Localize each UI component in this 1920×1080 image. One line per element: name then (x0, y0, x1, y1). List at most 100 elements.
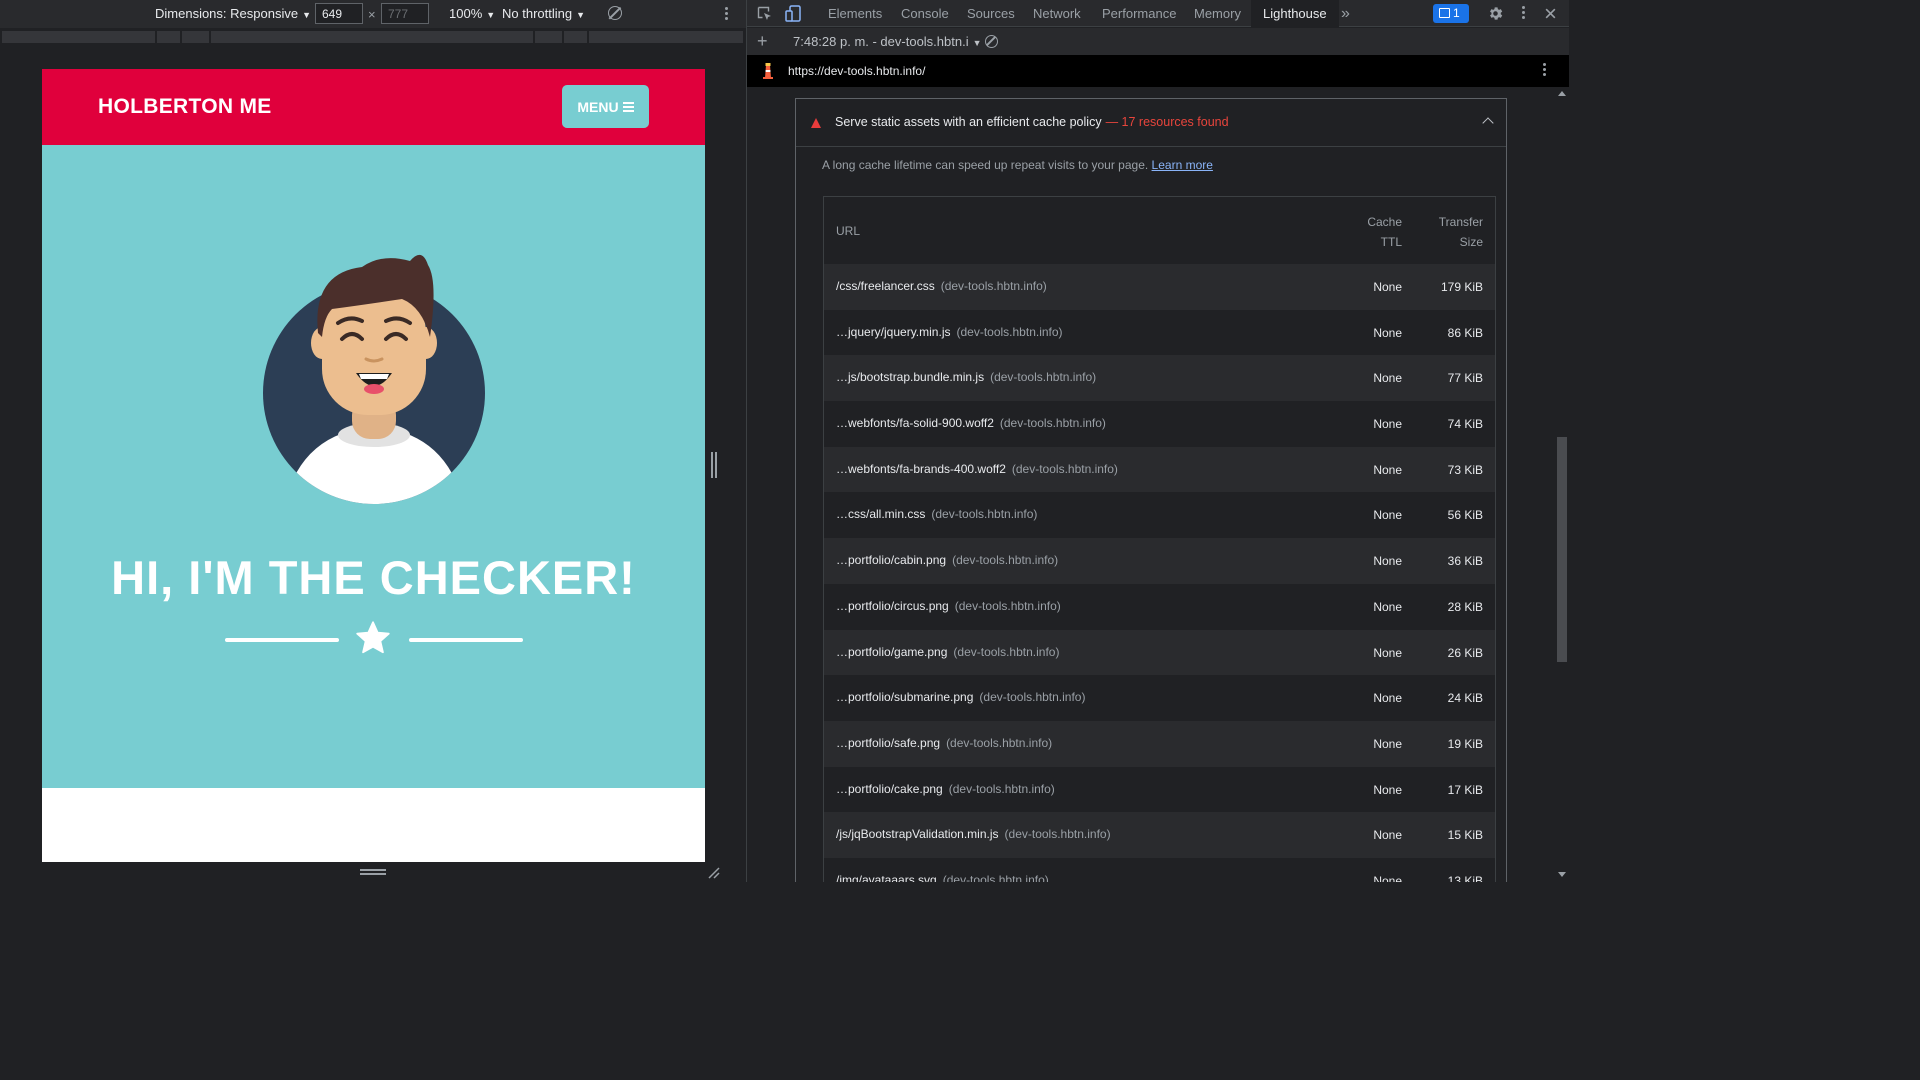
audit-title-text: Serve static assets with an efficient ca… (835, 115, 1102, 129)
devtools-panel: Elements Console Sources Network Perform… (746, 0, 1569, 882)
cell-url-path: …jquery/jquery.min.js (836, 324, 951, 339)
cell-url-host: (dev-tools.hbtn.info) (953, 644, 1060, 659)
issues-badge[interactable]: 1 (1433, 4, 1469, 23)
cell-cache-ttl: None (1373, 736, 1402, 751)
cell-transfer-size: 74 KiB (1447, 417, 1483, 432)
more-options-icon[interactable] (724, 7, 728, 23)
cell-url-path: …js/bootstrap.bundle.min.js (836, 370, 985, 385)
table-row: …portfolio/circus.png (dev-tools.hbtn.inf… (824, 583, 1495, 630)
cell-url-path: /js/jqBootstrapValidation.min.js (836, 827, 999, 842)
cell-url-host: (dev-tools.hbtn.info) (952, 553, 1059, 568)
issues-count: 1 (1453, 6, 1460, 20)
rotate-icon[interactable] (608, 6, 622, 20)
height-resize-handle[interactable] (360, 869, 386, 875)
report-menu-icon[interactable] (1542, 63, 1546, 79)
device-toolbar-toggle-icon[interactable] (785, 5, 801, 22)
cell-url[interactable]: …webfonts/fa-brands-400.woff2 (dev-tools.… (836, 462, 1118, 476)
cell-cache-ttl: None (1373, 691, 1402, 706)
throttling-dropdown[interactable]: No throttling ▼ (502, 6, 585, 21)
site-brand[interactable]: HOLBERTON ME (98, 95, 272, 119)
dropdown-arrow-icon: ▼ (576, 10, 586, 20)
customize-devtools-icon[interactable] (1521, 6, 1525, 22)
cell-url[interactable]: …portfolio/cake.png (dev-tools.hbtn.info) (836, 782, 1055, 796)
audit-header[interactable]: Serve static assets with an efficient ca… (796, 99, 1506, 147)
cell-url[interactable]: …portfolio/game.png (dev-tools.hbtn.info) (836, 645, 1059, 659)
tab-performance[interactable]: Performance (1102, 0, 1176, 27)
cell-transfer-size: 19 KiB (1447, 736, 1483, 751)
report-selector[interactable]: 7:48:28 p. m. - dev-tools.hbtn.i ▼ (793, 34, 982, 49)
cell-url-host: (dev-tools.hbtn.info) (979, 690, 1086, 705)
ruler-segment[interactable] (157, 31, 181, 43)
cell-url[interactable]: …portfolio/safe.png (dev-tools.hbtn.info) (836, 736, 1052, 750)
close-icon[interactable] (1544, 7, 1557, 20)
cell-cache-ttl: None (1373, 508, 1402, 523)
scrollbar-thumb[interactable] (1557, 437, 1567, 662)
tab-console[interactable]: Console (901, 0, 949, 27)
cell-cache-ttl: None (1373, 873, 1402, 882)
scroll-down-arrow-icon[interactable] (1558, 872, 1566, 877)
cell-url-host: (dev-tools.hbtn.info) (940, 279, 1047, 293)
corner-resize-grip-icon[interactable] (707, 866, 721, 880)
tab-sources[interactable]: Sources (967, 0, 1015, 27)
ruler-segment[interactable] (535, 31, 563, 43)
scroll-up-arrow-icon[interactable] (1558, 91, 1566, 96)
cell-url[interactable]: …portfolio/cabin.png (dev-tools.hbtn.info… (836, 553, 1058, 567)
gear-icon[interactable] (1487, 5, 1504, 22)
cell-url-path: …portfolio/game.png (836, 644, 948, 659)
devtools-tabbar: Elements Console Sources Network Perform… (747, 0, 1569, 27)
clear-reports-icon[interactable] (985, 35, 998, 48)
ruler-segment[interactable] (564, 31, 588, 43)
ruler-segment[interactable] (589, 31, 744, 43)
table-row: …css/all.min.css (dev-tools.hbtn.info) Non… (824, 492, 1495, 539)
cell-url[interactable]: …portfolio/circus.png (dev-tools.hbtn.inf… (836, 599, 1061, 613)
cell-transfer-size: 179 KiB (1440, 280, 1483, 294)
device-emulation-pane: Dimensions: Responsive ▼ 649 × 777 100% ▼ … (0, 0, 746, 882)
cell-url-host: (dev-tools.hbtn.info) (954, 598, 1061, 613)
width-input[interactable]: 649 (315, 3, 363, 24)
table-row: …js/bootstrap.bundle.min.js (dev-tools.hb… (824, 355, 1495, 402)
dropdown-arrow-icon: ▼ (302, 10, 311, 20)
tab-memory[interactable]: Memory (1194, 0, 1241, 27)
tab-lighthouse[interactable]: Lighthouse (1251, 0, 1339, 27)
cell-url[interactable]: …portfolio/submarine.png (dev-tools.hbtn.… (836, 690, 1085, 704)
learn-more-link[interactable]: Learn more (1152, 158, 1213, 172)
menu-button[interactable]: MENU (562, 85, 649, 128)
cell-url[interactable]: /css/freelancer.css (dev-tools.hbtn.info) (836, 279, 1047, 293)
cell-url[interactable]: /img/avataaars.svg (dev-tools.hbtn.info) (836, 873, 1049, 882)
cell-transfer-size: 15 KiB (1447, 828, 1483, 843)
cell-url[interactable]: …jquery/jquery.min.js (dev-tools.hbtn.inf… (836, 325, 1063, 339)
cell-url[interactable]: /js/jqBootstrapValidation.min.js (dev-too… (836, 827, 1111, 841)
column-header-transfer-size-line2: Size (1459, 235, 1483, 249)
device-toolbar: Dimensions: Responsive ▼ 649 × 777 100% ▼ … (0, 0, 746, 28)
tab-network[interactable]: Network (1033, 0, 1081, 27)
more-tabs-icon[interactable]: » (1341, 0, 1350, 27)
ruler-segment[interactable] (2, 31, 156, 43)
hero-title: HI, I'M THE CHECKER! (111, 551, 636, 604)
width-resize-handle[interactable] (711, 452, 717, 478)
dimensions-dropdown[interactable]: Dimensions: Responsive ▼ (155, 6, 311, 21)
cell-url[interactable]: …js/bootstrap.bundle.min.js (dev-tools.hb… (836, 370, 1096, 384)
cell-url[interactable]: …webfonts/fa-solid-900.woff2 (dev-tools.h… (836, 416, 1106, 430)
ruler-segment[interactable] (211, 31, 534, 43)
resources-table: URL Cache TTL Transfer Size /css/freelan… (823, 196, 1496, 882)
cell-url[interactable]: …css/all.min.css (dev-tools.hbtn.info) (836, 507, 1037, 521)
chevron-up-icon[interactable] (1482, 117, 1494, 129)
zoom-dropdown[interactable]: 100% ▼ (449, 6, 495, 21)
cell-url-host: (dev-tools.hbtn.info) (1011, 461, 1118, 476)
inspect-element-icon[interactable] (757, 6, 773, 22)
ruler-segment[interactable] (182, 31, 210, 43)
tab-elements[interactable]: Elements (828, 0, 882, 27)
cell-transfer-size: 28 KiB (1447, 599, 1483, 614)
audit-display-value: — 17 resources found (1105, 115, 1229, 129)
height-input[interactable]: 777 (381, 3, 429, 24)
report-url[interactable]: https://dev-tools.hbtn.info/ (788, 64, 925, 78)
cell-cache-ttl: None (1373, 462, 1402, 477)
new-report-icon[interactable]: + (757, 31, 768, 52)
report-scrollbar[interactable] (1555, 87, 1569, 882)
cell-cache-ttl: None (1373, 325, 1402, 340)
cell-url-host: (dev-tools.hbtn.info) (999, 416, 1106, 431)
fail-triangle-icon (811, 118, 821, 128)
zoom-label: 100% (449, 6, 483, 21)
table-row: …portfolio/game.png (dev-tools.hbtn.info)… (824, 629, 1495, 676)
cell-transfer-size: 77 KiB (1447, 371, 1483, 386)
